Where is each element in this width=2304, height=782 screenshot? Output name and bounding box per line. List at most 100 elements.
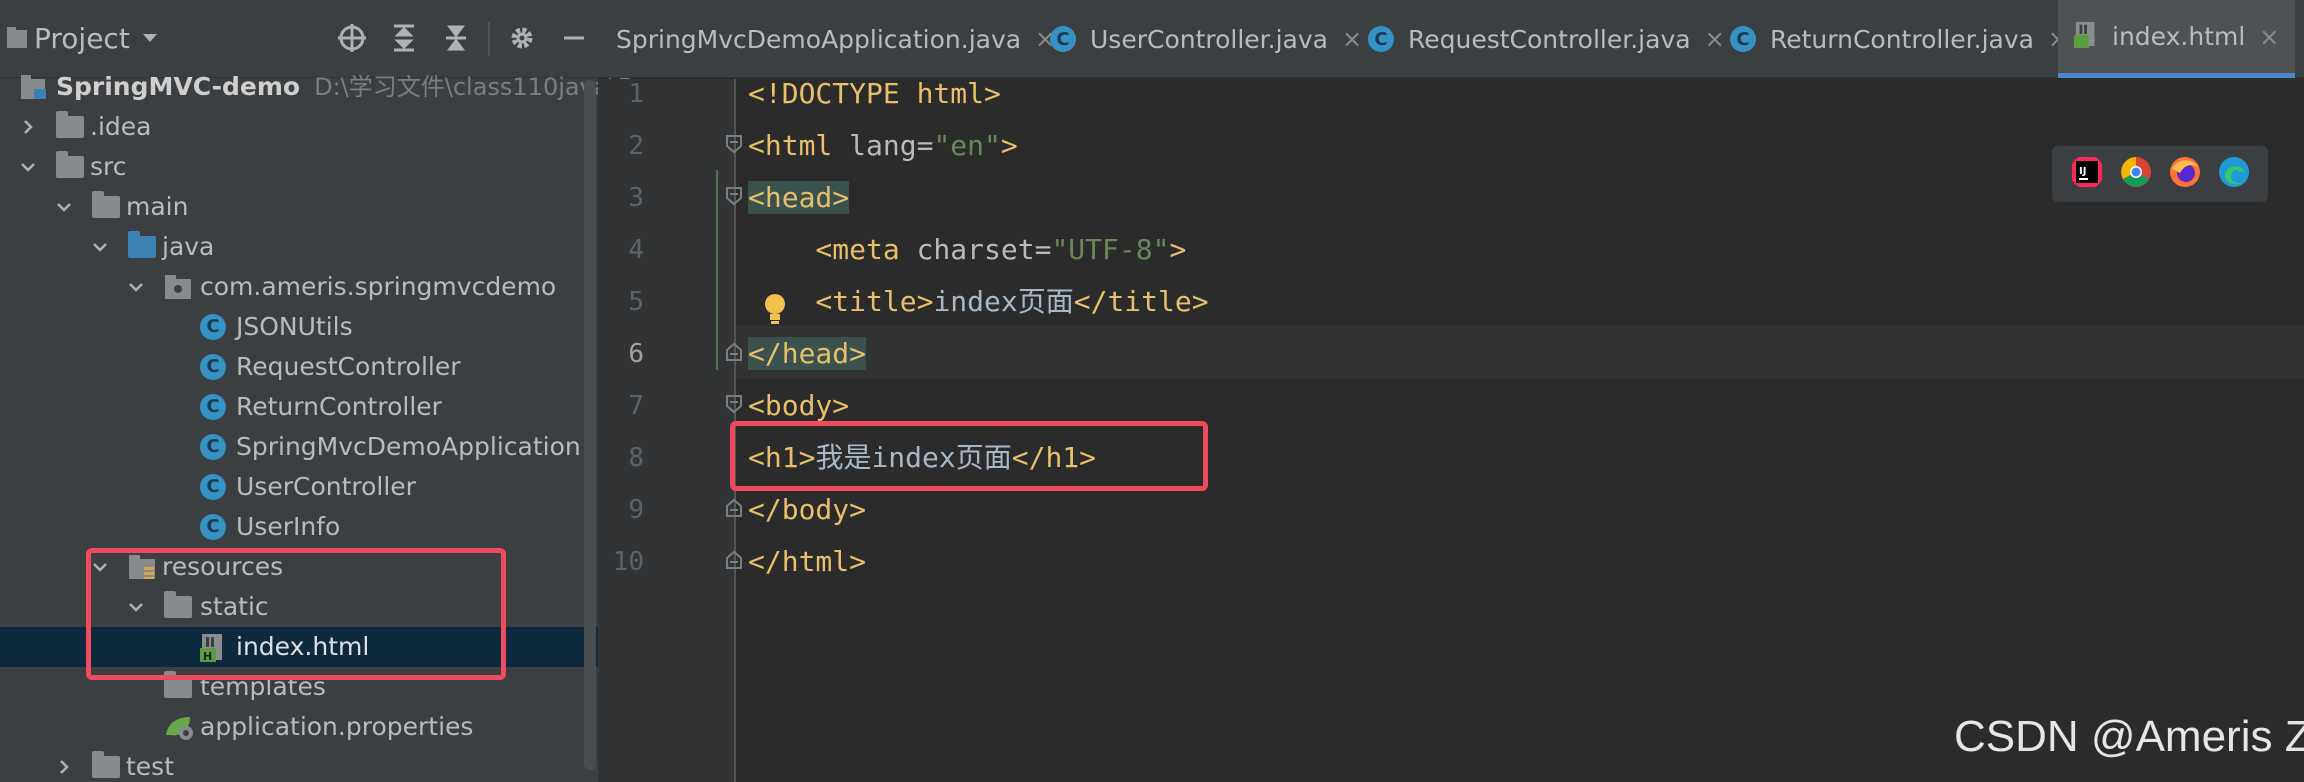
tab-usercontroller[interactable]: C UserController.java ×: [1050, 0, 1362, 78]
project-panel-title[interactable]: Project: [34, 20, 130, 58]
chevron-down-icon[interactable]: [18, 157, 38, 177]
code-line-9[interactable]: </body>: [748, 484, 866, 536]
folder-icon: [56, 111, 84, 141]
tree-item-label: java: [162, 232, 215, 261]
tree-item-class[interactable]: C UserInfo: [0, 507, 598, 547]
scope-indicator: [716, 170, 718, 370]
html-file-icon: [2074, 19, 2100, 55]
editor-tabs: SpringMvcDemoApplication.java × C UserCo…: [598, 0, 2304, 78]
tree-root[interactable]: SpringMVC-demo D:\学习文件\class110java\Sp: [0, 67, 647, 107]
line-number: 4: [628, 235, 644, 265]
watermark: CSDN @Ameris Z: [1954, 712, 2304, 761]
line-number: 3: [628, 183, 644, 213]
project-name: SpringMVC-demo: [56, 72, 301, 101]
tree-item-label: ReturnController: [236, 392, 442, 421]
collapse-all-icon[interactable]: [438, 20, 474, 56]
tree-item-class[interactable]: C SpringMvcDemoApplication: [0, 427, 598, 467]
code-token: <html: [748, 129, 850, 162]
tree-item-label: JSONUtils: [236, 312, 353, 341]
panel-scrollbar[interactable]: [584, 80, 596, 770]
expand-all-icon[interactable]: [386, 20, 422, 56]
package-icon: [164, 273, 192, 301]
tree-item-class[interactable]: C RequestController: [0, 347, 598, 387]
gear-icon[interactable]: [504, 20, 540, 56]
class-icon: C: [200, 314, 228, 342]
code-line-1[interactable]: <!DOCTYPE html>: [748, 68, 1001, 120]
tree-item-package[interactable]: com.ameris.springmvcdemo: [0, 267, 598, 307]
project-icon: [6, 26, 28, 50]
code-token: </head>: [748, 337, 867, 370]
chevron-right-icon[interactable]: [18, 117, 38, 137]
tree-item-class[interactable]: C JSONUtils: [0, 307, 598, 347]
minimize-icon[interactable]: [556, 20, 592, 56]
code-line-3[interactable]: <head>: [748, 172, 850, 224]
code-token: "en": [933, 129, 1001, 162]
line-number: 10: [612, 547, 644, 577]
code-line-4[interactable]: <meta charset="UTF-8">: [748, 224, 1186, 276]
tree-item-label: src: [90, 152, 127, 181]
browser-preview-bar: IJ: [2052, 146, 2268, 202]
chrome-icon[interactable]: [2119, 155, 2153, 193]
edge-icon[interactable]: [2217, 155, 2251, 193]
code-token: "UTF-8": [1051, 233, 1170, 266]
tree-item-label: main: [126, 192, 189, 221]
tab-index-html[interactable]: index.html ×: [2058, 0, 2296, 78]
highlight-box-resources: [86, 548, 506, 680]
firefox-icon[interactable]: [2168, 155, 2202, 193]
chevron-down-icon[interactable]: [140, 28, 160, 52]
tree-item-idea[interactable]: .idea: [0, 107, 598, 147]
code-token: >: [1000, 129, 1018, 162]
fold-marker-icon[interactable]: [724, 498, 744, 518]
tree-item-test[interactable]: test: [0, 747, 598, 782]
chevron-down-icon[interactable]: [54, 197, 74, 217]
tree-item-main[interactable]: main: [0, 187, 598, 227]
tree-item-java[interactable]: java: [0, 227, 598, 267]
code-line-2[interactable]: <html lang="en">: [748, 120, 1018, 172]
fold-marker-icon[interactable]: [724, 394, 744, 414]
tree-item-label: UserInfo: [236, 512, 341, 541]
code-line-6[interactable]: </head>: [748, 328, 867, 380]
fold-marker-icon[interactable]: [724, 342, 744, 362]
tree-item-label: test: [126, 752, 175, 781]
fold-marker-icon[interactable]: [724, 186, 744, 206]
folder-icon: [92, 191, 120, 221]
line-number: 5: [628, 287, 644, 317]
tree-item-src[interactable]: src: [0, 147, 598, 187]
code-token: </html>: [748, 545, 867, 578]
tree-item-class[interactable]: C ReturnController: [0, 387, 598, 427]
spring-class-icon: C: [200, 434, 228, 462]
class-icon: C: [1730, 26, 1756, 52]
svg-text:IJ: IJ: [2079, 166, 2086, 177]
code-token: charset=: [916, 233, 1052, 266]
code-token: <body>: [748, 389, 850, 422]
code-line-5[interactable]: <title>index页面</title>: [748, 276, 1208, 328]
module-icon: [20, 73, 48, 101]
tree-item-application-properties[interactable]: application.properties: [0, 707, 598, 747]
tab-requestcontroller[interactable]: C RequestController.java ×: [1368, 0, 1725, 78]
folder-icon: [92, 751, 120, 781]
tree-item-label: com.ameris.springmvcdemo: [200, 272, 557, 301]
close-icon[interactable]: ×: [2259, 23, 2279, 51]
close-icon[interactable]: ×: [1705, 25, 1725, 53]
intellij-icon[interactable]: IJ: [2070, 155, 2104, 193]
target-icon[interactable]: [334, 20, 370, 56]
close-icon[interactable]: ×: [1342, 25, 1362, 53]
code-token: <head>: [748, 181, 850, 214]
code-token: <meta: [748, 233, 917, 266]
chevron-down-icon[interactable]: [90, 237, 110, 257]
line-number: 7: [628, 391, 644, 421]
chevron-right-icon[interactable]: [54, 757, 74, 777]
fold-marker-icon[interactable]: [724, 550, 744, 570]
tab-springmvcdemoapplication[interactable]: SpringMvcDemoApplication.java ×: [616, 0, 1055, 78]
highlight-box-h1: [730, 421, 1208, 491]
tab-returncontroller[interactable]: C ReturnController.java ×: [1730, 0, 2068, 78]
code-token: <!DOCTYPE html>: [748, 77, 1001, 110]
code-line-10[interactable]: </html>: [748, 536, 866, 588]
class-icon: C: [1050, 26, 1076, 52]
tab-label: ReturnController.java: [1770, 24, 2034, 54]
fold-marker-icon[interactable]: [724, 134, 744, 154]
chevron-down-icon[interactable]: [126, 277, 146, 297]
tab-label: UserController.java: [1090, 24, 1328, 54]
tab-label: RequestController.java: [1408, 24, 1691, 54]
tree-item-class[interactable]: C UserController: [0, 467, 598, 507]
